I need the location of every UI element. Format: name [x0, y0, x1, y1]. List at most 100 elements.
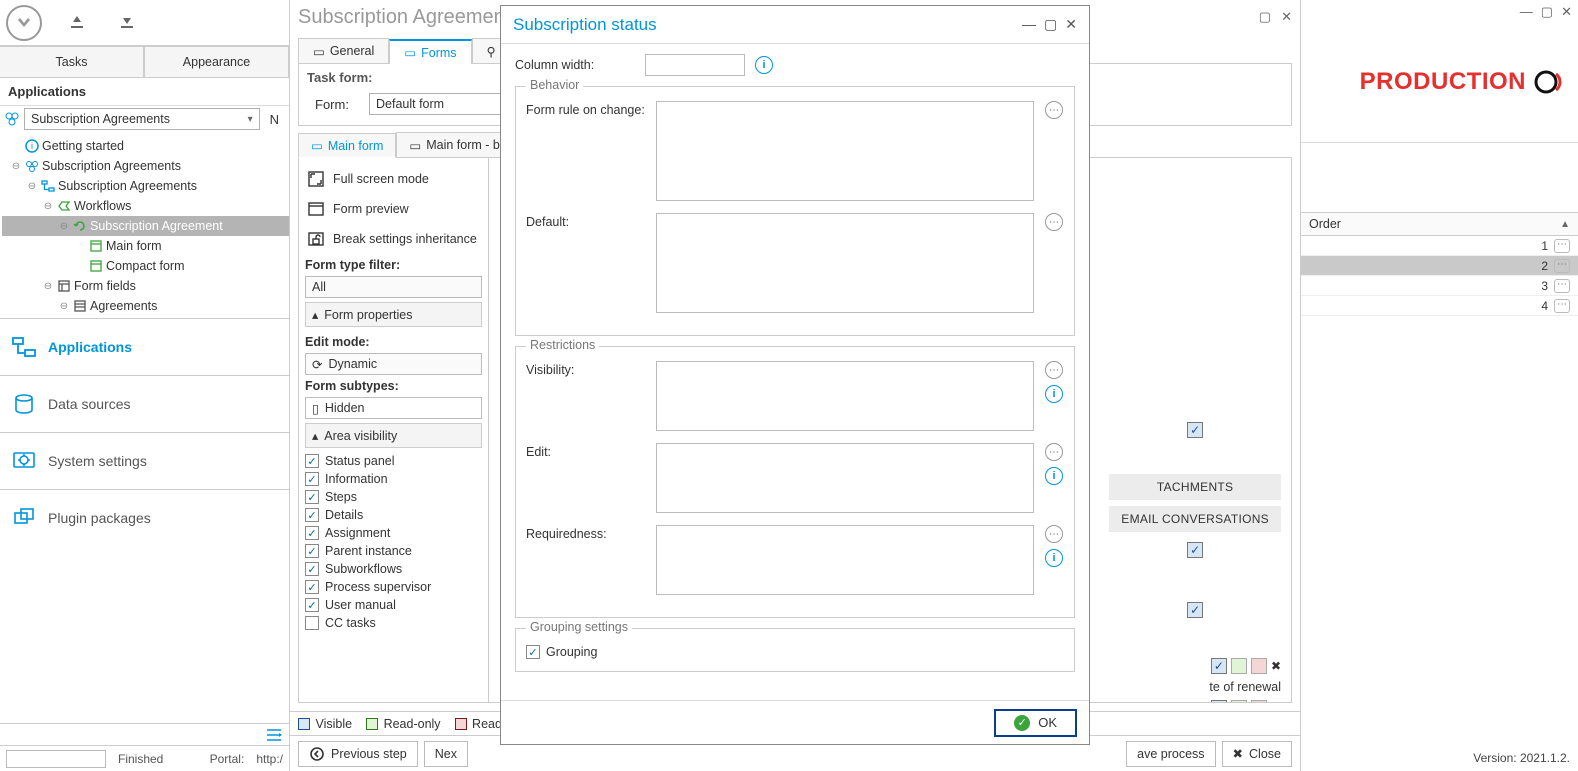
area-checkbox[interactable] — [305, 616, 319, 630]
form-properties-header[interactable]: ▴ Form properties — [305, 302, 482, 327]
dialog-max-icon[interactable]: ▢ — [1044, 16, 1057, 33]
flag-check-2[interactable]: ✓ — [1187, 542, 1203, 558]
edit-more-button[interactable]: ⋯ — [1045, 443, 1063, 461]
tree-item[interactable]: ⊖Subscription Agreement — [2, 216, 289, 236]
tree-expander[interactable]: ⊖ — [58, 301, 70, 312]
window-min-icon[interactable]: ▢ — [1259, 9, 1271, 25]
tree-item[interactable]: ⊖Form fields — [2, 276, 289, 296]
tree-expander[interactable]: ⊖ — [26, 181, 38, 192]
visibility-more-button[interactable]: ⋯ — [1045, 361, 1063, 379]
tab-appearance[interactable]: Appearance — [144, 46, 289, 77]
form-rule-textarea[interactable] — [656, 101, 1034, 201]
requiredness-info-icon[interactable]: i — [1045, 549, 1063, 567]
right-max-icon[interactable]: ▢ — [1541, 4, 1553, 18]
default-more-button[interactable]: ⋯ — [1045, 213, 1063, 231]
nav-applications[interactable]: Applications — [0, 319, 289, 375]
area-checkbox[interactable] — [305, 490, 319, 504]
swatch-red-2[interactable] — [1251, 700, 1267, 702]
column-width-input[interactable] — [645, 54, 745, 76]
form-type-filter-combo[interactable]: All — [305, 276, 482, 298]
sort-icon[interactable]: ▲ — [1560, 219, 1570, 230]
btn-fullscreen[interactable]: Full screen mode — [305, 164, 482, 194]
order-more-button[interactable]: ⋯ — [1554, 239, 1570, 253]
right-min-icon[interactable]: — — [1520, 4, 1533, 18]
edit-mode-combo[interactable]: ⟳ Dynamic — [305, 353, 482, 375]
order-more-button[interactable]: ⋯ — [1554, 259, 1570, 273]
btn-next-step[interactable]: Nex — [424, 741, 468, 767]
toolbar-icon-a[interactable] — [62, 8, 92, 38]
order-row[interactable]: 3⋯ — [1301, 276, 1578, 296]
tab-tasks[interactable]: Tasks — [0, 46, 144, 77]
area-checkbox[interactable] — [305, 544, 319, 558]
ok-button[interactable]: ✓ OK — [994, 709, 1077, 737]
application-combo[interactable]: Subscription Agreements ▾ — [24, 108, 260, 130]
status-input[interactable] — [6, 750, 106, 768]
tree-item[interactable]: ⊖Agreements — [2, 296, 289, 316]
edit-textarea[interactable] — [656, 443, 1034, 513]
tree-expander[interactable]: ⊖ — [42, 201, 54, 212]
btn-prev-step[interactable]: Previous step — [298, 741, 418, 767]
grouping-checkbox[interactable] — [526, 645, 540, 659]
tree-item[interactable]: ⊖Subscription Agreements — [2, 176, 289, 196]
swatch-check-1[interactable]: ✓ — [1211, 658, 1227, 674]
swatch-red-1[interactable] — [1251, 658, 1267, 674]
default-textarea[interactable] — [656, 213, 1034, 313]
order-row[interactable]: 4⋯ — [1301, 296, 1578, 316]
area-checkbox[interactable] — [305, 472, 319, 486]
visibility-textarea[interactable] — [656, 361, 1034, 431]
tree-item[interactable]: iGetting started — [2, 136, 289, 156]
edit-info-icon[interactable]: i — [1045, 467, 1063, 485]
visibility-info-icon[interactable]: i — [1045, 385, 1063, 403]
nav-datasources[interactable]: Data sources — [0, 376, 289, 432]
tree-item[interactable]: Main form — [2, 236, 289, 256]
btn-break-inherit[interactable]: Break settings inheritance — [305, 224, 482, 254]
area-checkbox[interactable] — [305, 454, 319, 468]
area-checkbox[interactable] — [305, 580, 319, 594]
form-rule-more-button[interactable]: ⋯ — [1045, 101, 1063, 119]
form-subtypes-combo[interactable]: ▯ Hidden — [305, 397, 482, 419]
expand-circle-button[interactable] — [6, 5, 42, 41]
area-checkbox[interactable] — [305, 526, 319, 540]
tree-item[interactable]: ⊖Subscription Agreements — [2, 156, 289, 176]
right-pane: — ▢ ✕ PRODUCTION Order ▲ 1⋯2⋯3⋯4⋯ Versio… — [1300, 0, 1578, 771]
tab-forms[interactable]: ▭ Forms — [389, 39, 471, 64]
nav-systemsettings[interactable]: System settings — [0, 433, 289, 489]
order-more-button[interactable]: ⋯ — [1554, 279, 1570, 293]
btn-save-process[interactable]: ave process — [1126, 741, 1215, 767]
area-checkbox[interactable] — [305, 508, 319, 522]
btn-fullscreen-label: Full screen mode — [333, 172, 429, 186]
btn-preview[interactable]: Form preview — [305, 194, 482, 224]
tools-icon-2[interactable]: ✖ — [1271, 701, 1281, 702]
order-more-button[interactable]: ⋯ — [1554, 299, 1570, 313]
tab-general[interactable]: ▭ General — [298, 38, 389, 63]
dialog-min-icon[interactable]: — — [1022, 16, 1036, 33]
requiredness-more-button[interactable]: ⋯ — [1045, 525, 1063, 543]
info-icon[interactable]: i — [755, 56, 773, 74]
tree-expander[interactable]: ⊖ — [58, 221, 70, 232]
order-header[interactable]: Order ▲ — [1301, 212, 1578, 236]
area-checkbox[interactable] — [305, 598, 319, 612]
window-close-icon[interactable]: ✕ — [1281, 9, 1292, 25]
swatch-green-2[interactable] — [1231, 700, 1247, 702]
tree-expander[interactable]: ⊖ — [42, 281, 54, 292]
nav-pluginpackages[interactable]: Plugin packages — [0, 490, 289, 546]
subtab-mainform[interactable]: ▭ Main form — [298, 133, 396, 158]
toolbar-icon-b[interactable] — [112, 8, 142, 38]
swatch-green-1[interactable] — [1231, 658, 1247, 674]
order-row[interactable]: 1⋯ — [1301, 236, 1578, 256]
area-checkbox[interactable] — [305, 562, 319, 576]
tools-icon[interactable]: ✖ — [1271, 659, 1281, 673]
area-visibility-header[interactable]: ▴ Area visibility — [305, 423, 482, 448]
flag-check-1[interactable]: ✓ — [1187, 422, 1203, 438]
dialog-close-icon[interactable]: ✕ — [1065, 16, 1077, 33]
flag-check-3[interactable]: ✓ — [1187, 602, 1203, 618]
tree-item[interactable]: ⊖Workflows — [2, 196, 289, 216]
collapse-nav-icon[interactable] — [265, 728, 283, 742]
requiredness-textarea[interactable] — [656, 525, 1034, 595]
order-row[interactable]: 2⋯ — [1301, 256, 1578, 276]
swatch-check-2[interactable]: ✓ — [1211, 700, 1227, 702]
tree-item[interactable]: Compact form — [2, 256, 289, 276]
btn-close[interactable]: ✖ Close — [1222, 741, 1292, 767]
tree-expander[interactable]: ⊖ — [10, 161, 22, 172]
right-close-icon[interactable]: ✕ — [1561, 4, 1572, 18]
